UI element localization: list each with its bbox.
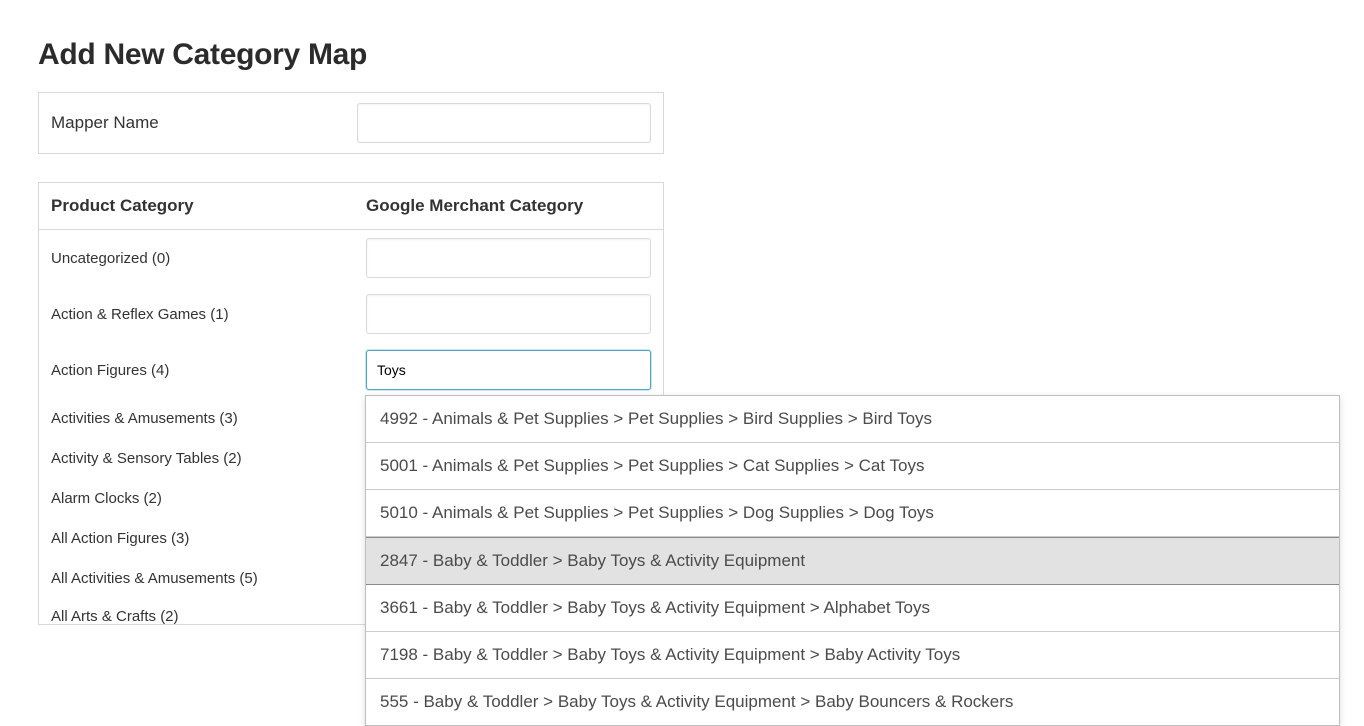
google-merchant-category-input[interactable] xyxy=(366,238,651,278)
dropdown-item[interactable]: 3661 - Baby & Toddler > Baby Toys & Acti… xyxy=(366,585,1339,632)
product-category-label: Activities & Amusements (3) xyxy=(51,410,366,427)
product-category-label: All Arts & Crafts (2) xyxy=(51,608,366,624)
google-merchant-category-input[interactable] xyxy=(366,350,651,390)
product-category-label: Action & Reflex Games (1) xyxy=(51,306,366,323)
category-suggestion-dropdown[interactable]: 4992 - Animals & Pet Supplies > Pet Supp… xyxy=(365,395,1340,726)
google-merchant-category-input[interactable] xyxy=(366,294,651,334)
table-row: Uncategorized (0) xyxy=(39,230,663,286)
product-category-label: Activity & Sensory Tables (2) xyxy=(51,450,366,467)
header-product-category: Product Category xyxy=(51,196,366,216)
product-category-label: All Action Figures (3) xyxy=(51,530,366,547)
dropdown-item[interactable]: 5010 - Animals & Pet Supplies > Pet Supp… xyxy=(366,490,1339,537)
page: Add New Category Map Mapper Name Product… xyxy=(0,0,1364,625)
product-category-label: All Activities & Amusements (5) xyxy=(51,570,366,587)
table-row: Action & Reflex Games (1) xyxy=(39,286,663,342)
dropdown-item[interactable]: 2847 - Baby & Toddler > Baby Toys & Acti… xyxy=(366,537,1339,585)
mapper-name-label: Mapper Name xyxy=(51,113,357,133)
product-category-label: Uncategorized (0) xyxy=(51,250,366,267)
dropdown-item[interactable]: 555 - Baby & Toddler > Baby Toys & Activ… xyxy=(366,679,1339,725)
product-category-label: Action Figures (4) xyxy=(51,362,366,379)
dropdown-item[interactable]: 4992 - Animals & Pet Supplies > Pet Supp… xyxy=(366,396,1339,443)
header-google-merchant-category: Google Merchant Category xyxy=(366,196,651,216)
category-table: Product Category Google Merchant Categor… xyxy=(38,182,664,625)
table-row: Action Figures (4) xyxy=(39,342,663,398)
mapper-name-row: Mapper Name xyxy=(38,92,664,154)
category-table-header: Product Category Google Merchant Categor… xyxy=(39,183,663,230)
mapper-name-input[interactable] xyxy=(357,103,651,143)
page-title: Add New Category Map xyxy=(38,38,1326,72)
dropdown-item[interactable]: 5001 - Animals & Pet Supplies > Pet Supp… xyxy=(366,443,1339,490)
product-category-label: Alarm Clocks (2) xyxy=(51,490,366,507)
dropdown-item[interactable]: 7198 - Baby & Toddler > Baby Toys & Acti… xyxy=(366,632,1339,679)
